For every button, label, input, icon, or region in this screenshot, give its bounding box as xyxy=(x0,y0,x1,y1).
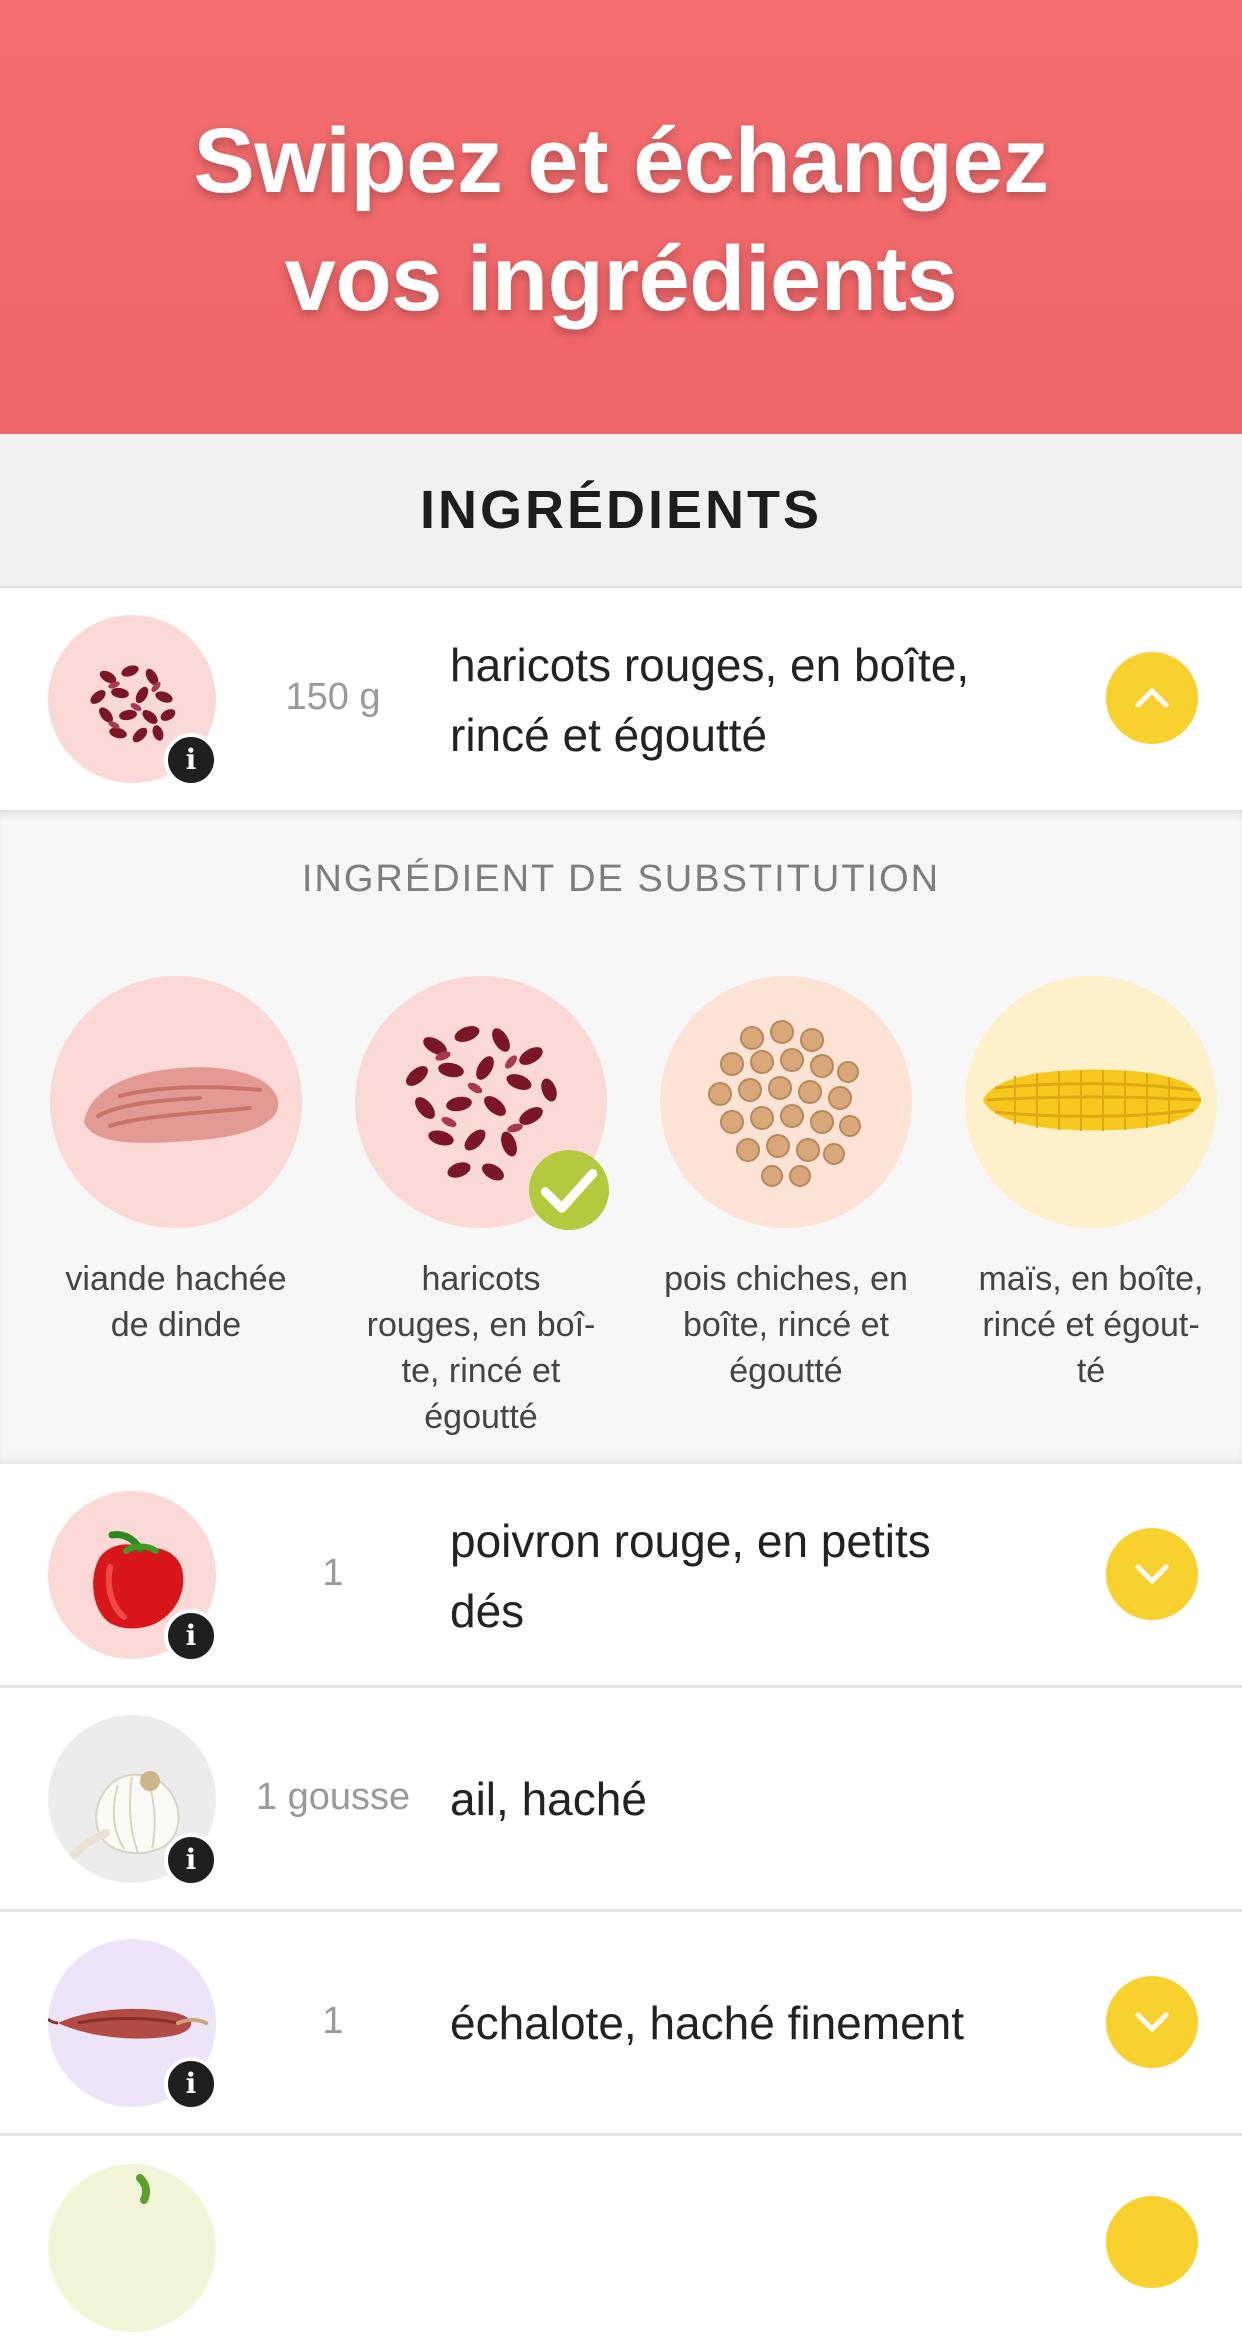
substitute-option-corn[interactable]: maïs, en boîte, rincé et égout- té xyxy=(961,976,1221,1394)
substitute-label-line: té xyxy=(1076,1352,1106,1390)
substitute-label-line: pois chiches, en xyxy=(664,1260,908,1298)
ingredients-header: INGRÉDIENTS xyxy=(0,434,1242,588)
garlic-thumbnail[interactable]: i xyxy=(48,1715,218,1887)
banner-title: Swipez et échangez vos ingrédients xyxy=(193,102,1049,338)
shallot-thumbnail[interactable]: i xyxy=(48,1939,218,2111)
ingredient-name-line: poivron rouge, en petits xyxy=(450,1515,931,1567)
substitute-label-line: de dinde xyxy=(110,1306,242,1344)
ingredient-name: poivron rouge, en petits dés xyxy=(450,1506,1030,1646)
ingredient-row-shallot[interactable]: i 1 échalote, haché finement xyxy=(0,1912,1242,2136)
ingredient-row-garlic[interactable]: i 1 gousse ail, haché xyxy=(0,1688,1242,1912)
ground-turkey-image xyxy=(50,976,302,1228)
substitute-option-kidney-beans[interactable]: haricots rouges, en boî- te, rincé et ég… xyxy=(351,976,611,1440)
substitute-label-line: égoutté xyxy=(729,1352,843,1390)
info-icon[interactable]: i xyxy=(164,2057,218,2111)
corn-thumbnail[interactable] xyxy=(965,976,1217,1228)
ingredient-row-partial[interactable] xyxy=(0,2136,1242,2332)
collapse-button[interactable] xyxy=(1106,652,1198,744)
ingredient-name-line: rincé et égoutté xyxy=(450,709,768,761)
expand-button[interactable] xyxy=(1106,1528,1198,1620)
substitute-label-line: rincé et égout- xyxy=(982,1306,1200,1344)
selected-check-icon xyxy=(529,1150,609,1230)
expand-button-partial[interactable] xyxy=(1106,2196,1198,2288)
chevron-up-icon xyxy=(1135,688,1169,708)
ingredient-name: haricots rouges, en boîte, rincé et égou… xyxy=(450,630,1030,770)
ingredient-name-line: dés xyxy=(450,1585,525,1637)
substitute-option-turkey[interactable]: viande hachée de dinde xyxy=(46,976,306,1348)
section-title: INGRÉDIENTS xyxy=(419,480,823,540)
ingredient-name-line: ail, haché xyxy=(450,1773,647,1825)
turkey-thumbnail[interactable] xyxy=(50,976,302,1228)
info-icon[interactable]: i xyxy=(164,1609,218,1663)
promo-banner: Swipez et échangez vos ingrédients xyxy=(0,0,1242,434)
substitute-label-line: égoutté xyxy=(424,1398,538,1436)
ingredient-name-line: haricots rouges, en boîte, xyxy=(450,639,970,691)
ingredient-quantity: 1 gousse xyxy=(255,1776,411,1818)
ingredient-row-kidney-beans[interactable]: i 150 g haricots rouges, en boîte, rincé… xyxy=(0,588,1242,813)
info-icon[interactable]: i xyxy=(164,733,218,787)
expand-button[interactable] xyxy=(1106,1976,1198,2068)
substitute-label-line: maïs, en boîte, xyxy=(978,1260,1204,1298)
corn-image xyxy=(965,976,1217,1228)
substitution-panel: INGRÉDIENT DE SUBSTITUTION viande hachée… xyxy=(0,810,1242,1464)
substitute-label: pois chiches, en boîte, rincé et égoutté xyxy=(656,1256,916,1394)
chevron-down-icon xyxy=(1135,1564,1169,1584)
substitute-label-line: te, rincé et xyxy=(401,1352,561,1390)
banner-title-line-1: Swipez et échangez xyxy=(193,110,1049,212)
substitute-label-line: boîte, rincé et xyxy=(682,1306,889,1344)
ingredient-name-line: échalote, haché finement xyxy=(450,1997,965,2049)
substitute-label-line: viande hachée xyxy=(65,1260,287,1298)
kidney-beans-option-thumbnail[interactable] xyxy=(355,976,609,1230)
ingredient-quantity: 1 xyxy=(322,2000,344,2042)
chickpeas-thumbnail[interactable] xyxy=(660,976,912,1228)
partial-thumbnail xyxy=(48,2164,216,2332)
substitute-label: maïs, en boîte, rincé et égout- té xyxy=(961,1256,1221,1394)
chickpeas-image xyxy=(660,976,912,1228)
kidney-beans-thumbnail[interactable]: i xyxy=(48,615,218,787)
ingredient-quantity: 150 g xyxy=(285,676,381,718)
ingredient-name: échalote, haché finement xyxy=(450,1988,1030,2058)
ingredient-name: ail, haché xyxy=(450,1764,1030,1834)
banner-title-line-2: vos ingrédients xyxy=(284,228,958,330)
chevron-down-icon xyxy=(1135,2012,1169,2032)
red-pepper-thumbnail[interactable]: i xyxy=(48,1491,218,1663)
substitute-option-chickpeas[interactable]: pois chiches, en boîte, rincé et égoutté xyxy=(656,976,916,1394)
substitution-title: INGRÉDIENT DE SUBSTITUTION xyxy=(301,858,941,900)
ingredient-quantity: 1 xyxy=(322,1552,344,1594)
info-icon[interactable]: i xyxy=(164,1833,218,1887)
ingredient-row-red-pepper[interactable]: i 1 poivron rouge, en petits dés xyxy=(0,1464,1242,1688)
substitute-label: viande hachée de dinde xyxy=(46,1256,306,1348)
